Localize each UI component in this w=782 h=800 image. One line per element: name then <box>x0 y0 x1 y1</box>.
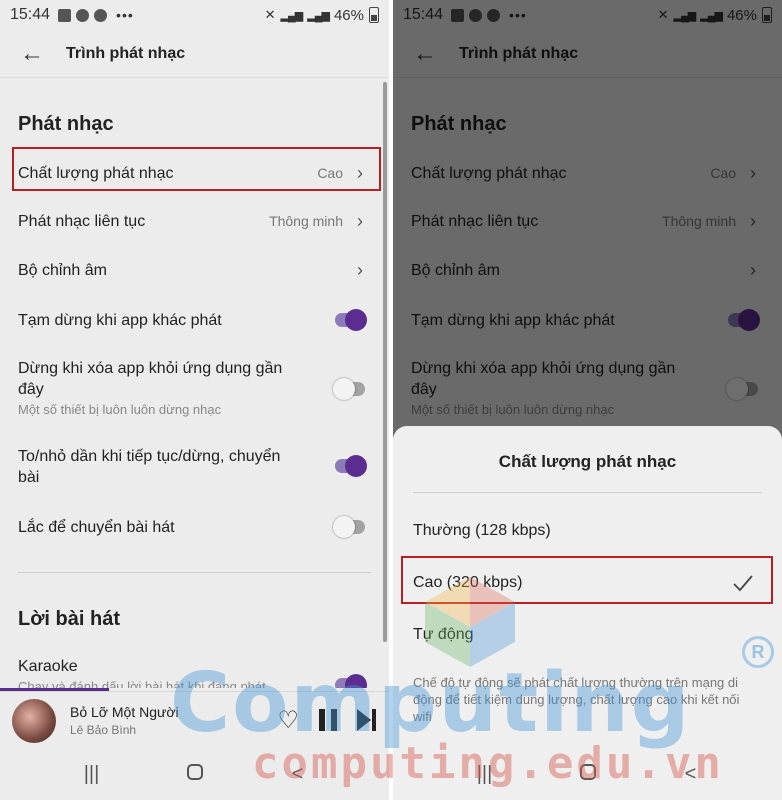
option-normal[interactable]: Thường (128 kbps) <box>413 522 762 540</box>
setting-label: Dừng khi xóa app khỏi ứng dụng gần đây <box>18 360 283 398</box>
song-title: Bỏ Lỡ Một Người <box>70 704 179 720</box>
section-title-playback: Phát nhạc <box>18 113 114 135</box>
sheet-title: Chất lượng phát nhạc <box>498 452 677 471</box>
status-bar: 15:44 ••• ✕ ▂▄▆ ▂▄▆ 46% <box>0 0 389 30</box>
setting-label: Lắc để chuyển bài hát <box>18 518 175 536</box>
stop-on-clear-toggle[interactable] <box>333 378 365 400</box>
setting-value: Thông minh <box>269 213 343 229</box>
setting-continuous-play[interactable]: Phát nhạc liên tục Thông minh › <box>0 206 379 236</box>
fade-toggle[interactable] <box>335 455 367 477</box>
gallery-notification-icon <box>58 8 72 22</box>
recent-apps-icon[interactable]: ||| <box>72 763 112 786</box>
status-time: 15:44 <box>10 6 51 23</box>
messenger-notification-icon-2 <box>94 8 108 22</box>
setting-label: To/nhỏ dần khi tiếp tục/dừng, chuyển bài <box>18 448 281 486</box>
mute-icon: ✕ <box>264 7 276 22</box>
watermark-registered-mark: R <box>742 636 774 668</box>
watermark-domain: computing.edu.vn <box>252 738 724 789</box>
setting-subtext: Một số thiết bị luôn luôn dừng nhạc <box>18 402 222 417</box>
chevron-right-icon: › <box>357 210 363 231</box>
setting-pause-on-other-app: Tạm dừng khi app khác phát <box>0 305 379 335</box>
setting-equalizer[interactable]: Bộ chỉnh âm › <box>0 255 379 285</box>
home-button[interactable] <box>175 763 215 786</box>
more-notifications-icon: ••• <box>116 7 134 23</box>
sheet-divider <box>413 492 762 493</box>
setting-label: Phát nhạc liên tục <box>18 212 146 230</box>
shake-toggle[interactable] <box>333 516 365 538</box>
chevron-right-icon: › <box>357 259 363 280</box>
battery-percent: 46% <box>333 6 364 24</box>
setting-label: Tạm dừng khi app khác phát <box>18 311 222 329</box>
back-arrow-icon[interactable]: ← <box>20 40 54 68</box>
setting-stop-on-clear: Dừng khi xóa app khỏi ứng dụng gần đây M… <box>0 358 379 422</box>
4g-signal-icon: ▂▄▆ <box>307 9 330 22</box>
album-art <box>12 698 56 743</box>
scrollbar[interactable] <box>383 82 387 642</box>
setting-shake: Lắc để chuyển bài hát <box>0 512 379 542</box>
messenger-notification-icon <box>76 8 90 22</box>
battery-icon <box>369 7 379 23</box>
pause-other-toggle[interactable] <box>335 309 367 331</box>
home-icon <box>186 764 203 780</box>
setting-label: Bộ chỉnh âm <box>18 261 107 279</box>
signal-icon: ▂▄▆ <box>280 9 304 22</box>
top-app-bar: ← Trình phát nhạc <box>0 30 389 78</box>
section-title-lyrics: Lời bài hát <box>18 608 121 630</box>
divider <box>18 572 371 573</box>
highlight-box <box>12 147 381 191</box>
page-title: Trình phát nhạc <box>66 44 186 62</box>
song-artist: Lê Bảo Bình <box>70 723 137 737</box>
setting-fade: To/nhỏ dần khi tiếp tục/dừng, chuyển bài <box>0 446 379 490</box>
watermark-brand: Computing <box>170 656 692 751</box>
